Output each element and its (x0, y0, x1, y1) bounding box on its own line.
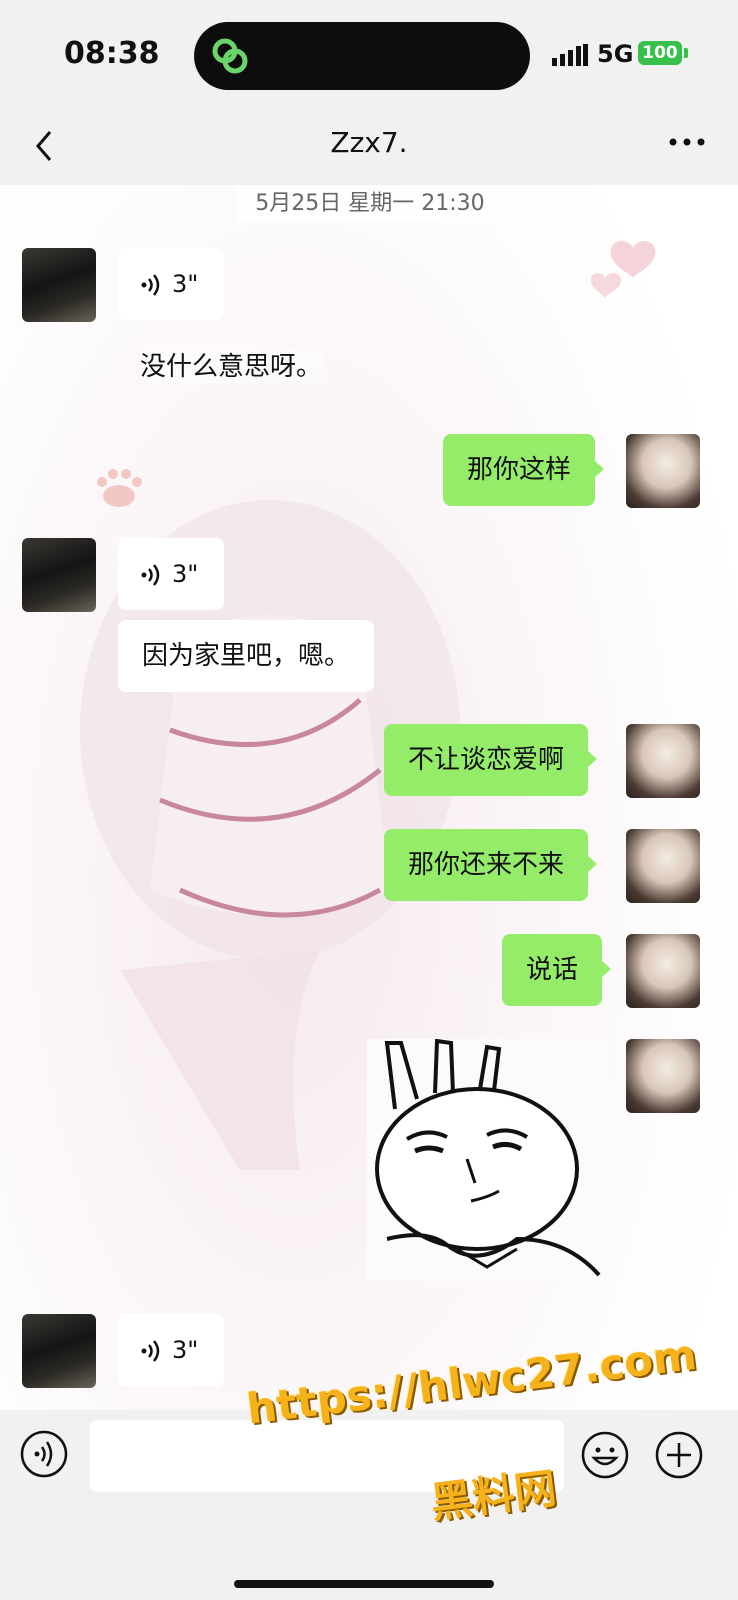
emoji-icon[interactable] (580, 1430, 630, 1480)
bunny-sticker-icon (375, 1039, 601, 1277)
signal-icon (552, 44, 588, 66)
contact-avatar[interactable] (22, 1314, 96, 1388)
voice-wave-icon (141, 1340, 160, 1362)
battery-icon: 100 (638, 41, 682, 65)
dynamic-island (194, 22, 530, 90)
message-timestamp: 5月25日 星期一 21:30 (236, 186, 504, 222)
chat-screen: 08:38 5G 100 Zzx7. 5月25日 星期一 21:30 3" 没什… (0, 0, 738, 1600)
hearts-decoration (590, 241, 656, 298)
my-avatar[interactable] (626, 934, 700, 1008)
contact-avatar[interactable] (22, 248, 96, 322)
status-time: 08:38 (64, 36, 160, 71)
message-bubble-outgoing[interactable]: 不让谈恋爱啊 (384, 724, 598, 796)
chat-title: Zzx7. (330, 126, 408, 159)
status-bar: 08:38 5G 100 (0, 0, 738, 110)
contact-avatar[interactable] (22, 538, 96, 612)
voice-duration: 3" (172, 560, 199, 588)
my-avatar[interactable] (626, 724, 700, 798)
message-bubble-incoming[interactable]: 因为家里吧，嗯。 (118, 620, 375, 692)
voice-duration: 3" (172, 270, 199, 298)
message-bubble-outgoing[interactable]: 那你这样 (443, 434, 605, 506)
my-avatar[interactable] (626, 434, 700, 508)
home-indicator[interactable] (234, 1580, 494, 1588)
battery-tip (684, 48, 688, 58)
message-bubble-outgoing[interactable]: 那你还来不来 (384, 829, 598, 901)
voice-message[interactable]: 3" (118, 538, 225, 610)
voice-message[interactable]: 3" (118, 248, 225, 320)
plus-icon[interactable] (654, 1430, 704, 1480)
network-type: 5G (597, 40, 634, 68)
input-bar (0, 1410, 738, 1600)
voice-wave-icon (141, 564, 160, 586)
voice-wave-icon (141, 274, 160, 296)
voice-message[interactable]: 3" (118, 1314, 225, 1386)
message-bubble-outgoing[interactable]: 说话 (502, 934, 612, 1006)
chat-header: Zzx7. (0, 110, 738, 185)
voice-duration: 3" (172, 1336, 199, 1364)
my-avatar[interactable] (626, 829, 700, 903)
voice-input-icon[interactable] (20, 1430, 68, 1478)
more-icon[interactable] (668, 132, 706, 152)
paw-decoration (97, 469, 142, 507)
message-text-incoming: 没什么意思呀。 (140, 346, 323, 383)
bunny-sticker[interactable] (367, 1039, 607, 1281)
my-avatar[interactable] (626, 1039, 700, 1113)
link-app-icon (212, 38, 248, 74)
